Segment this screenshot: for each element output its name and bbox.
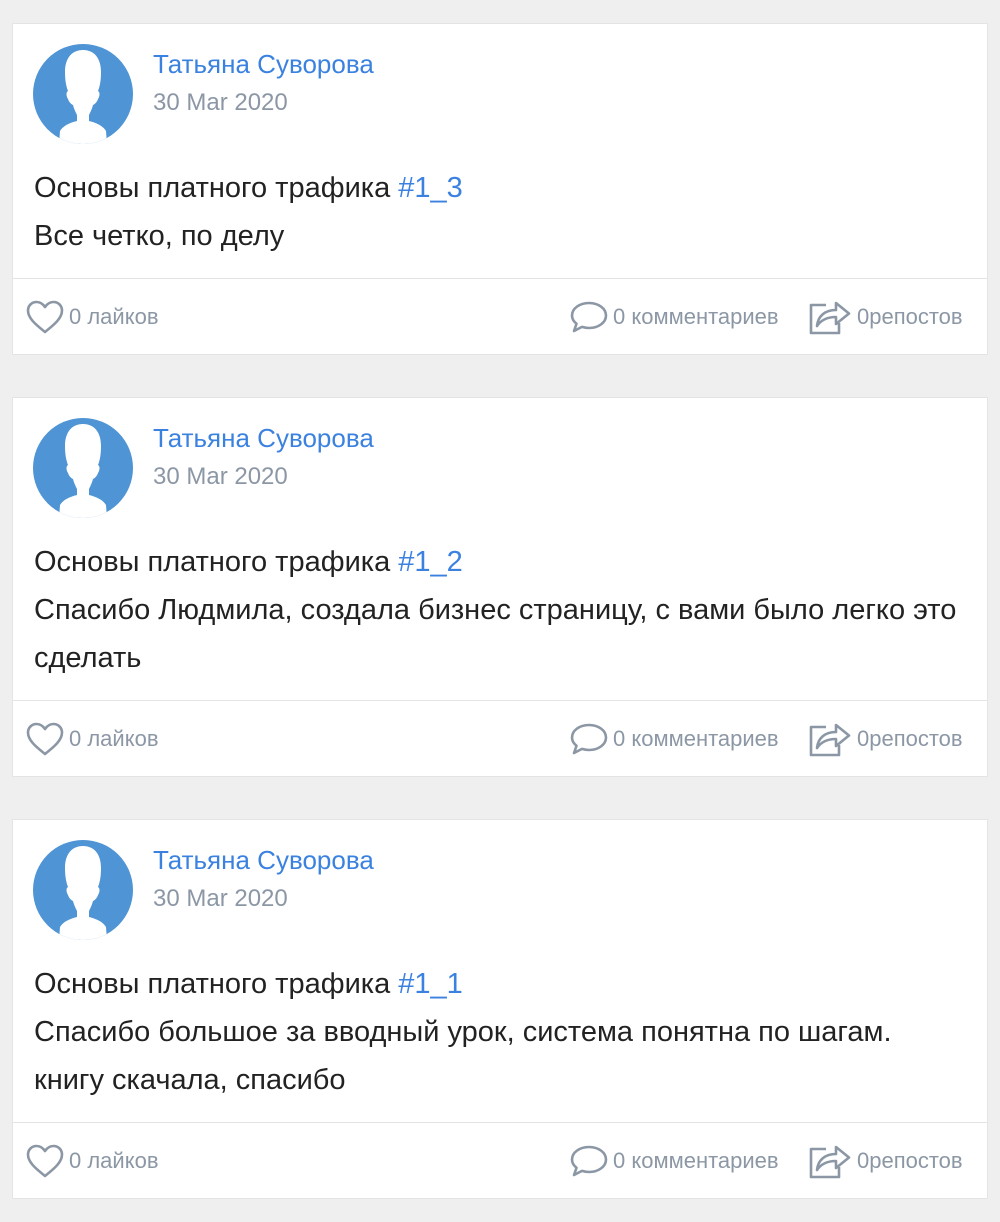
repost-button[interactable]: 0репостов [807,1123,963,1199]
author-name[interactable]: Татьяна Суворова [153,845,374,876]
post-title-text: Основы платного трафика [34,546,399,578]
comment-count: 0 комментариев [613,304,779,329]
like-button[interactable]: 0 лайков [25,279,159,355]
post-text: Спасибо большое за вводный урок, система… [34,1016,892,1096]
avatar[interactable] [33,418,133,518]
repost-button[interactable]: 0репостов [807,701,963,777]
post-header: Татьяна Суворова 30 Mar 2020 [13,820,987,950]
repost-count: 0репостов [857,304,963,329]
post-title-text: Основы платного трафика [34,172,399,204]
like-count: 0 лайков [69,304,159,329]
post-card: Татьяна Суворова 30 Mar 2020 Основы плат… [12,819,988,1199]
post-text: Все четко, по делу [34,220,285,252]
hashtag-link[interactable]: #1_1 [398,968,463,1000]
hashtag-link[interactable]: #1_3 [398,172,463,204]
avatar[interactable] [33,840,133,940]
heart-icon [26,1144,64,1178]
share-arrow-icon [809,1145,851,1179]
comment-count: 0 комментариев [613,726,779,751]
post-title: Основы платного трафика #1_2 [34,538,967,586]
avatar[interactable] [33,44,133,144]
post-date: 30 Mar 2020 [153,463,288,490]
repost-button[interactable]: 0репостов [807,279,963,355]
post-date: 30 Mar 2020 [153,885,288,912]
post-content: Основы платного трафика #1_3 Все четко, … [13,154,987,278]
speech-bubble-icon [570,1145,608,1177]
post-card: Татьяна Суворова 30 Mar 2020 Основы плат… [12,397,988,777]
comment-count: 0 комментариев [613,1148,779,1173]
post-feed: Татьяна Суворова 30 Mar 2020 Основы плат… [0,0,1000,1222]
comment-button[interactable]: 0 комментариев [569,279,779,355]
post-content: Основы платного трафика #1_2 Спасибо Люд… [13,528,987,700]
speech-bubble-icon [570,723,608,755]
post-title: Основы платного трафика #1_3 [34,164,967,212]
post-title: Основы платного трафика #1_1 [34,960,967,1008]
post-title-text: Основы платного трафика [34,968,399,1000]
share-arrow-icon [809,301,851,335]
post-actions: 0 лайков 0 комментариев 0репостов [13,1122,987,1198]
repost-count: 0репостов [857,1148,963,1173]
repost-count: 0репостов [857,726,963,751]
author-name[interactable]: Татьяна Суворова [153,423,374,454]
post-header: Татьяна Суворова 30 Mar 2020 [13,398,987,528]
heart-icon [26,300,64,334]
hashtag-link[interactable]: #1_2 [398,546,463,578]
comment-button[interactable]: 0 комментариев [569,1123,779,1199]
user-silhouette-icon [59,846,107,940]
post-content: Основы платного трафика #1_1 Спасибо бол… [13,950,987,1122]
post-card: Татьяна Суворова 30 Mar 2020 Основы плат… [12,23,988,355]
like-count: 0 лайков [69,1148,159,1173]
author-name[interactable]: Татьяна Суворова [153,49,374,80]
post-text: Спасибо Людмила, создала бизнес страницу… [34,594,957,674]
post-actions: 0 лайков 0 комментариев 0репостов [13,700,987,776]
post-actions: 0 лайков 0 комментариев 0репостов [13,278,987,354]
share-arrow-icon [809,723,851,757]
post-date: 30 Mar 2020 [153,89,288,116]
like-button[interactable]: 0 лайков [25,701,159,777]
like-count: 0 лайков [69,726,159,751]
speech-bubble-icon [570,301,608,333]
comment-button[interactable]: 0 комментариев [569,701,779,777]
heart-icon [26,722,64,756]
user-silhouette-icon [59,50,107,144]
post-header: Татьяна Суворова 30 Mar 2020 [13,24,987,154]
like-button[interactable]: 0 лайков [25,1123,159,1199]
user-silhouette-icon [59,424,107,518]
